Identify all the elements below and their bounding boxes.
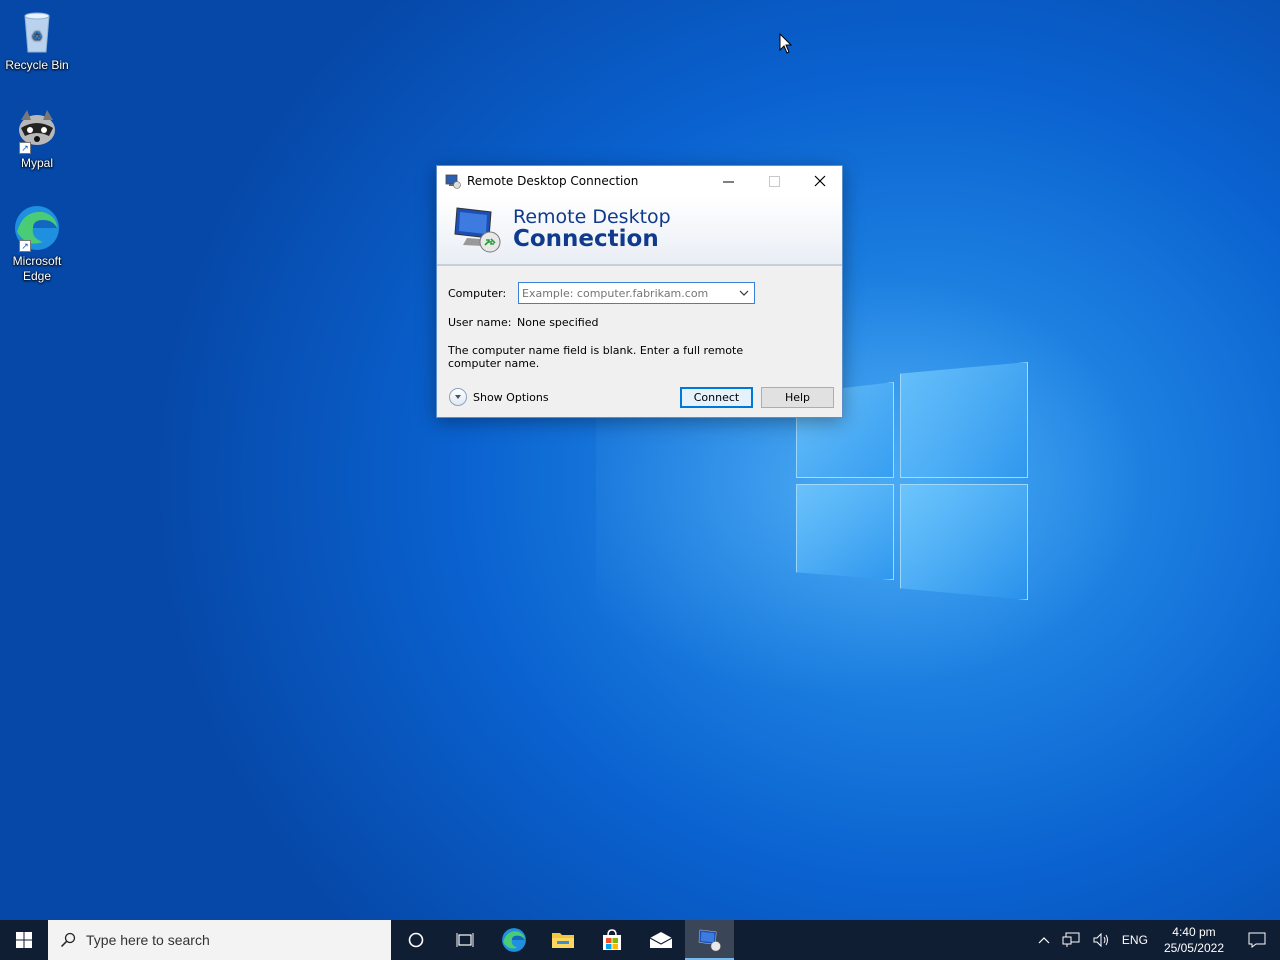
show-options-label: Show Options (473, 390, 549, 404)
taskbar-edge-button[interactable] (489, 920, 538, 960)
username-label: User name: (448, 316, 512, 329)
close-icon (814, 175, 826, 187)
recycle-bin-icon: ♻ (13, 8, 61, 56)
remote-desktop-monitor-icon (454, 207, 501, 253)
task-view-icon (456, 933, 473, 947)
connect-button[interactable]: Connect (680, 387, 753, 408)
chevron-up-icon (1038, 937, 1050, 944)
banner-title-line1: Remote Desktop (513, 206, 671, 228)
desktop-icon-edge[interactable]: ↗ Microsoft Edge (4, 204, 70, 284)
chevron-down-icon[interactable] (738, 286, 750, 300)
action-center-button[interactable] (1234, 932, 1280, 948)
show-options-button[interactable]: Show Options (449, 388, 549, 406)
desktop-icon-recycle-bin[interactable]: ♻ Recycle Bin (4, 8, 70, 73)
desktop-icon-label: Microsoft Edge (12, 254, 62, 283)
mail-button[interactable] (636, 920, 685, 960)
computer-combobox[interactable] (518, 282, 755, 304)
remote-desktop-icon (698, 929, 721, 952)
edge-icon: ↗ (13, 204, 61, 252)
status-message: The computer name field is blank. Enter … (448, 344, 744, 370)
clock-date: 25/05/2022 (1163, 941, 1224, 955)
taskbar: Type here to search ENG 4:40 pm 25/05/20… (0, 920, 1280, 960)
minimize-button[interactable] (705, 166, 751, 196)
show-hidden-icons-button[interactable] (1032, 935, 1056, 945)
volume-button[interactable] (1086, 932, 1116, 948)
maximize-button[interactable] (751, 166, 797, 196)
expand-icon (449, 388, 467, 406)
folder-icon (551, 933, 574, 948)
network-icon (1062, 932, 1080, 947)
file-explorer-button[interactable] (538, 920, 587, 960)
dialog-banner: Remote Desktop Connection (437, 196, 842, 266)
system-tray: ENG 4:40 pm 25/05/2022 (1032, 920, 1280, 960)
taskbar-remote-desktop-button[interactable] (685, 920, 734, 960)
raccoon-icon: ↗ (13, 106, 61, 154)
minimize-icon (722, 181, 734, 182)
search-placeholder: Type here to search (86, 932, 210, 948)
microsoft-store-button[interactable] (587, 920, 636, 960)
help-button[interactable]: Help (761, 387, 834, 408)
banner-title-line2: Connection (513, 226, 659, 252)
task-view-button[interactable] (440, 920, 489, 960)
username-value: None specified (517, 316, 599, 329)
close-button[interactable] (797, 166, 843, 196)
start-button[interactable] (0, 920, 48, 960)
search-icon (60, 932, 76, 948)
cortana-circle-icon (408, 932, 423, 948)
computer-label: Computer: (448, 287, 507, 300)
mouse-cursor-icon (779, 33, 793, 54)
maximize-icon (768, 175, 780, 187)
desktop-icon-label: Mypal (20, 156, 53, 170)
network-button[interactable] (1056, 932, 1086, 948)
clock-time: 4:40 pm (1172, 925, 1216, 939)
desktop-icon-mypal[interactable]: ↗ Mypal (4, 106, 70, 171)
cortana-button[interactable] (391, 920, 440, 960)
clock-button[interactable]: 4:40 pm 25/05/2022 (1154, 924, 1234, 956)
remote-desktop-icon (445, 174, 461, 189)
desktop-icon-label: Recycle Bin (5, 58, 69, 72)
dialog-titlebar[interactable]: Remote Desktop Connection (437, 166, 842, 196)
dialog-title: Remote Desktop Connection (467, 174, 639, 188)
edge-icon (501, 928, 526, 952)
taskbar-search-box[interactable]: Type here to search (48, 920, 391, 960)
computer-input[interactable] (519, 286, 729, 300)
notification-icon (1248, 932, 1266, 948)
mail-icon (649, 932, 672, 948)
remote-desktop-dialog: Remote Desktop Connection Remote Desktop… (436, 165, 843, 418)
svg-text:♻: ♻ (32, 29, 43, 43)
store-bag-icon (602, 929, 621, 950)
windows-start-icon (16, 932, 32, 948)
input-language-button[interactable]: ENG (1116, 933, 1154, 947)
speaker-icon (1093, 932, 1108, 948)
